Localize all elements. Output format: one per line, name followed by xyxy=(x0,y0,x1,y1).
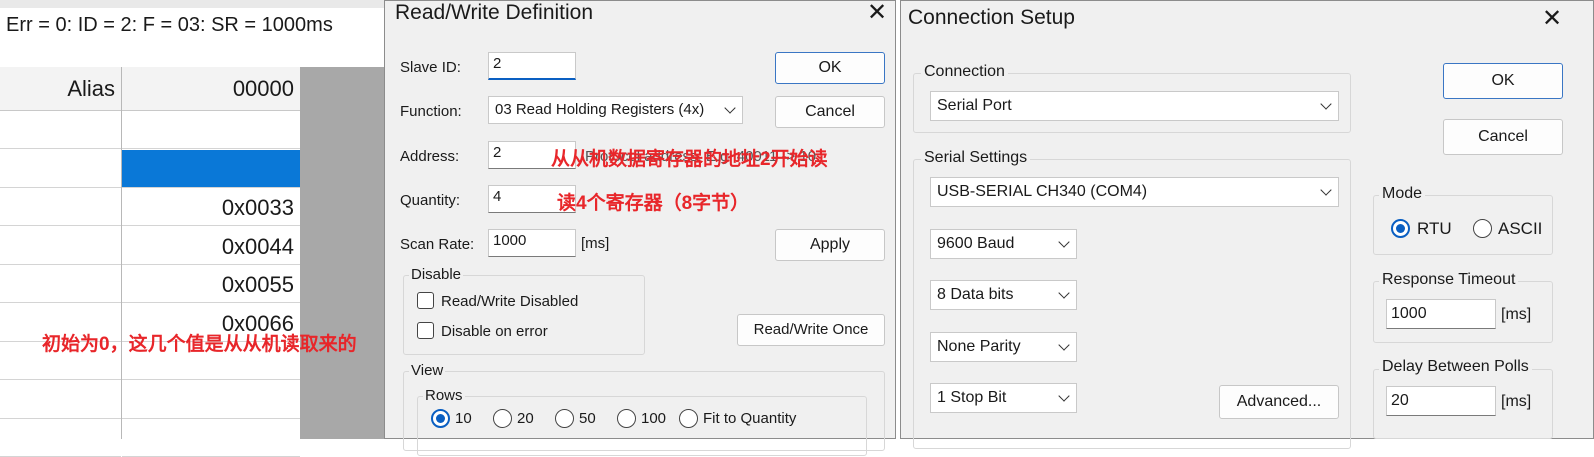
delay-between-polls-label: Delay Between Polls xyxy=(1379,358,1532,376)
dialog-title: Connection Setup xyxy=(908,6,1075,29)
value-cell[interactable] xyxy=(122,111,300,149)
mode-rtu-radio[interactable] xyxy=(1391,219,1410,238)
connection-select[interactable]: Serial Port xyxy=(930,91,1339,121)
close-icon[interactable]: ✕ xyxy=(1538,7,1566,31)
rows-group-label: Rows xyxy=(423,387,465,404)
response-timeout-label: Response Timeout xyxy=(1379,271,1519,289)
baud-select[interactable]: 9600 Baud xyxy=(930,229,1077,259)
quantity-label: Quantity: xyxy=(400,192,461,209)
address-annotation: 从从机数据寄存器的地址2开始读 xyxy=(551,149,828,170)
chevron-down-icon xyxy=(724,102,736,114)
disable-on-error-checkbox[interactable] xyxy=(417,322,434,339)
read-write-once-button[interactable]: Read/Write Once xyxy=(737,314,885,346)
connection-setup-dialog: Connection Setup ✕ OK Cancel Connection … xyxy=(900,0,1594,449)
rows-option-radio[interactable] xyxy=(679,409,698,428)
mode-rtu-label: RTU xyxy=(1417,219,1452,238)
alias-cell[interactable] xyxy=(0,227,121,265)
port-select-value: USB-SERIAL CH340 (COM4) xyxy=(937,183,1148,200)
scan-rate-unit: [ms] xyxy=(581,235,610,252)
advanced-button[interactable]: Advanced... xyxy=(1219,385,1339,419)
value-cell[interactable] xyxy=(122,419,300,457)
disable-group xyxy=(403,275,645,355)
rows-option-label: 100 xyxy=(641,410,667,427)
disable-on-error-label: Disable on error xyxy=(441,323,548,340)
rows-option-radio[interactable] xyxy=(431,409,450,428)
response-timeout-field[interactable]: 1000 xyxy=(1386,299,1496,329)
quantity-annotation: 读4个寄存器（8字节） xyxy=(557,193,750,214)
rows-option-radio[interactable] xyxy=(617,409,636,428)
value-cell[interactable]: 0x0033 xyxy=(122,188,300,226)
function-select-value: 03 Read Holding Registers (4x) xyxy=(495,101,705,118)
stop-bits-select-value: 1 Stop Bit xyxy=(937,389,1007,406)
stop-bits-select[interactable]: 1 Stop Bit xyxy=(930,383,1077,413)
alias-cell[interactable] xyxy=(0,188,121,226)
rows-option-label: 10 xyxy=(455,410,472,427)
connection-select-value: Serial Port xyxy=(937,97,1012,114)
delay-between-polls-unit: [ms] xyxy=(1501,393,1532,410)
port-select[interactable]: USB-SERIAL CH340 (COM4) xyxy=(930,177,1339,207)
delay-between-polls-field[interactable]: 20 xyxy=(1386,386,1496,416)
close-icon[interactable]: ✕ xyxy=(863,1,891,25)
alias-cell[interactable] xyxy=(0,265,121,303)
chevron-down-icon xyxy=(1058,236,1070,248)
function-label: Function: xyxy=(400,103,462,120)
rows-option-label: 20 xyxy=(517,410,534,427)
chevron-down-icon xyxy=(1058,287,1070,299)
chevron-down-icon xyxy=(1320,98,1332,110)
cancel-button[interactable]: Cancel xyxy=(1443,119,1563,155)
ok-button[interactable]: OK xyxy=(775,52,885,84)
mode-ascii-radio[interactable] xyxy=(1473,219,1492,238)
value-cell[interactable] xyxy=(122,149,300,188)
data-bits-select[interactable]: 8 Data bits xyxy=(930,280,1077,310)
connection-group-label: Connection xyxy=(921,63,1008,81)
disable-group-label: Disable xyxy=(409,266,464,283)
rows-option-radio[interactable] xyxy=(493,409,512,428)
dialog-title: Read/Write Definition xyxy=(395,1,594,24)
rows-option-label: 50 xyxy=(579,410,596,427)
alias-cell[interactable] xyxy=(0,150,121,188)
mode-ascii-label: ASCII xyxy=(1498,219,1543,238)
ok-button[interactable]: OK xyxy=(1443,63,1563,99)
chevron-down-icon xyxy=(1058,339,1070,351)
data-bits-select-value: 8 Data bits xyxy=(937,286,1014,303)
alias-column-header[interactable]: Alias xyxy=(0,67,121,111)
apply-button[interactable]: Apply xyxy=(775,229,885,261)
poll-window-titlebar xyxy=(0,0,392,8)
alias-cell[interactable] xyxy=(0,381,121,419)
value-column-header[interactable]: 00000 xyxy=(122,67,300,111)
grid-column-divider xyxy=(121,67,122,439)
cancel-button[interactable]: Cancel xyxy=(775,96,885,128)
value-cell[interactable]: 0x0044 xyxy=(122,227,300,265)
function-select[interactable]: 03 Read Holding Registers (4x) xyxy=(488,96,743,124)
alias-cell[interactable] xyxy=(0,419,121,457)
rw-disabled-label: Read/Write Disabled xyxy=(441,293,579,310)
parity-select[interactable]: None Parity xyxy=(930,332,1077,362)
address-label: Address: xyxy=(400,148,460,165)
read-write-definition-dialog: Read/Write Definition ✕ Slave ID: 2 Func… xyxy=(384,0,896,456)
view-group-label: View xyxy=(409,362,446,379)
chevron-down-icon xyxy=(1320,184,1332,196)
grid-empty-area xyxy=(300,67,392,439)
chevron-down-icon xyxy=(1058,390,1070,402)
slave-id-label: Slave ID: xyxy=(400,59,461,76)
rows-option-radio[interactable] xyxy=(555,409,574,428)
parity-select-value: None Parity xyxy=(937,338,1021,355)
serial-settings-label: Serial Settings xyxy=(921,149,1031,167)
scan-rate-field[interactable]: 1000 xyxy=(488,229,576,257)
mode-group-label: Mode xyxy=(1379,185,1426,203)
baud-select-value: 9600 Baud xyxy=(937,235,1015,252)
poll-status-line: Err = 0: ID = 2: F = 03: SR = 1000ms xyxy=(6,14,333,36)
slave-id-field[interactable]: 2 xyxy=(488,52,576,80)
grid-annotation: 初始为0，这几个值是从从机读取来的 xyxy=(42,334,357,355)
rows-option-label: Fit to Quantity xyxy=(703,410,797,427)
response-timeout-unit: [ms] xyxy=(1501,306,1532,323)
alias-cell[interactable] xyxy=(0,111,121,149)
register-grid: Alias 00000 0x0033 0x0044 0x0055 0x0066 xyxy=(0,67,300,457)
value-cell[interactable] xyxy=(122,381,300,419)
value-cell[interactable]: 0x0055 xyxy=(122,265,300,303)
rw-disabled-checkbox[interactable] xyxy=(417,292,434,309)
scan-rate-label: Scan Rate: xyxy=(400,236,475,253)
poll-window: Err = 0: ID = 2: F = 03: SR = 1000ms Ali… xyxy=(0,0,392,457)
